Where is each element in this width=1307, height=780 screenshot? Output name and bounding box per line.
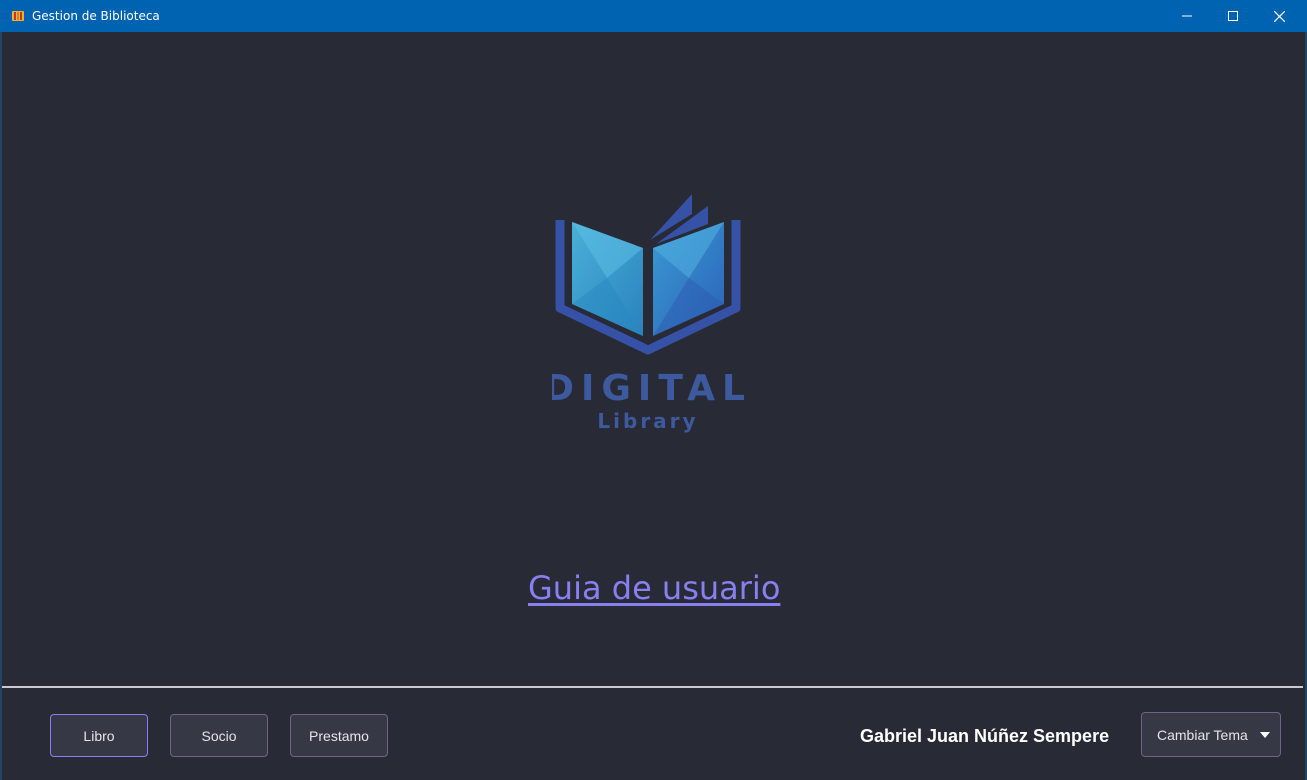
window-title: Gestion de Biblioteca [32, 9, 160, 23]
close-button[interactable] [1256, 0, 1302, 32]
user-name-label: Gabriel Juan Núñez Sempere [860, 726, 1110, 746]
caret-down-icon [1260, 732, 1270, 738]
theme-dropdown-label: Cambiar Tema [1157, 727, 1248, 743]
user-guide-link[interactable]: Guia de usuario [528, 568, 780, 608]
libro-button[interactable]: Libro [50, 714, 148, 757]
socio-button[interactable]: Socio [170, 714, 268, 757]
minimize-icon [1182, 15, 1192, 17]
close-icon [1273, 10, 1285, 22]
footer-divider [2, 686, 1303, 688]
digital-library-logo: DIGITAL Library [552, 194, 748, 433]
maximize-button[interactable] [1210, 0, 1256, 32]
logo-word-digital: DIGITAL [552, 368, 748, 409]
window-frame-left [0, 32, 2, 780]
change-theme-dropdown[interactable]: Cambiar Tema [1141, 712, 1281, 757]
maximize-icon [1228, 11, 1238, 21]
books-icon [12, 11, 24, 21]
logo-word-library: Library [597, 409, 698, 433]
prestamo-button[interactable]: Prestamo [290, 714, 388, 757]
minimize-button[interactable] [1164, 0, 1210, 32]
title-bar: Gestion de Biblioteca [0, 0, 1307, 32]
